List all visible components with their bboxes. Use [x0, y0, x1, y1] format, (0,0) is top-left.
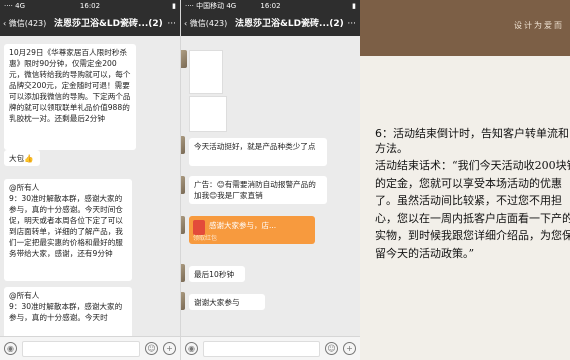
message-bubble[interactable]: 大包👍: [4, 150, 40, 166]
message-bubble[interactable]: 今天活动挺好，就是产品种类少了点: [189, 138, 327, 166]
message-bubble[interactable]: 谢谢大家参与: [189, 294, 265, 310]
message-input[interactable]: [203, 341, 320, 357]
image-message[interactable]: [189, 50, 223, 94]
message-bubble[interactable]: @所有人 9：30准时解散本群，感谢大家的参与，真的十分感谢。今天时: [4, 287, 132, 336]
status-bar: ···· 中国移动 4G 16:02 ▮: [181, 0, 360, 12]
band-text: 设计为爱而: [514, 21, 564, 30]
avatar[interactable]: [181, 50, 187, 68]
message-list[interactable]: 今天活动挺好，就是产品种类少了点 广告：😊有需要消防自动报警产品的加我😊我是厂家…: [181, 36, 360, 336]
status-bar: ···· 4G 16:02 ▮: [0, 0, 180, 12]
more-icon[interactable]: ···: [347, 12, 356, 36]
avatar[interactable]: [181, 292, 185, 310]
voice-icon[interactable]: ◉: [185, 342, 198, 355]
avatar[interactable]: [181, 136, 185, 154]
chat-header: ‹ 微信(423) 法恩莎卫浴&LD瓷砖...(2) ···: [181, 12, 360, 36]
avatar[interactable]: [181, 264, 185, 282]
red-packet-card[interactable]: 感谢大家参与，店... 领取红包: [189, 216, 315, 244]
chat-title: 法恩莎卫浴&LD瓷砖...(2): [235, 19, 344, 29]
status-time: 16:02: [260, 2, 281, 10]
message-list[interactable]: 10月29日《华尊家居百人限时秒杀惠》限时90分钟，仅需定金200元，微信转给我…: [0, 36, 180, 336]
message-bubble[interactable]: 10月29日《华尊家居百人限时秒杀惠》限时90分钟，仅需定金200元，微信转给我…: [4, 44, 136, 150]
slide-header-band: 设计为爱而: [360, 0, 570, 56]
chat-title: 法恩莎卫浴&LD瓷砖...(2): [54, 19, 163, 29]
avatar[interactable]: [181, 216, 185, 234]
avatar[interactable]: [181, 176, 185, 194]
red-packet-sub: 领取红包: [193, 235, 218, 242]
emoji-icon[interactable]: ☺: [325, 342, 338, 355]
message-bubble[interactable]: 广告：😊有需要消防自动报警产品的加我😊我是厂家直销: [189, 176, 327, 204]
red-packet-text: 感谢大家参与，店...: [209, 221, 277, 230]
plus-icon[interactable]: +: [163, 342, 176, 355]
voice-icon[interactable]: ◉: [4, 342, 17, 355]
chat-screen-middle: ···· 中国移动 4G 16:02 ▮ ‹ 微信(423) 法恩莎卫浴&LD瓷…: [180, 0, 360, 360]
emoji-icon[interactable]: ☺: [145, 342, 158, 355]
slide-panel: 设计为爱而 6：活动结束倒计时，告知客户转单流和方法。 活动结束话术：“我们今天…: [360, 0, 570, 360]
back-button[interactable]: ‹ 微信(423): [184, 12, 227, 36]
message-bubble[interactable]: 最后10秒钟: [189, 266, 245, 282]
battery-icon: ▮: [352, 2, 356, 10]
message-input[interactable]: [22, 341, 140, 357]
more-icon[interactable]: ···: [167, 12, 176, 36]
input-bar: ◉ ☺ +: [181, 336, 360, 360]
back-button[interactable]: ‹ 微信(423): [3, 12, 46, 36]
message-bubble[interactable]: @所有人 9：30准时解散本群，感谢大家的参与，真的十分感谢。今天时间仓促，明天…: [4, 179, 132, 281]
status-time: 16:02: [79, 2, 101, 10]
plus-icon[interactable]: +: [343, 342, 356, 355]
chat-header: ‹ 微信(423) 法恩莎卫浴&LD瓷砖...(2) ···: [0, 12, 180, 36]
battery-icon: ▮: [172, 2, 176, 10]
slide-paragraph: 活动结束话术：“我们今天活动收200块钱的定金，您就可以享受本场活动的优惠了。虽…: [375, 159, 570, 260]
input-bar: ◉ ☺ +: [0, 336, 180, 360]
chat-screen-left: ···· 4G 16:02 ▮ ‹ 微信(423) 法恩莎卫浴&LD瓷砖...(…: [0, 0, 180, 360]
slide-heading: 6：活动结束倒计时，告知客户转单流和方法。: [375, 127, 569, 155]
image-message[interactable]: [189, 96, 227, 132]
